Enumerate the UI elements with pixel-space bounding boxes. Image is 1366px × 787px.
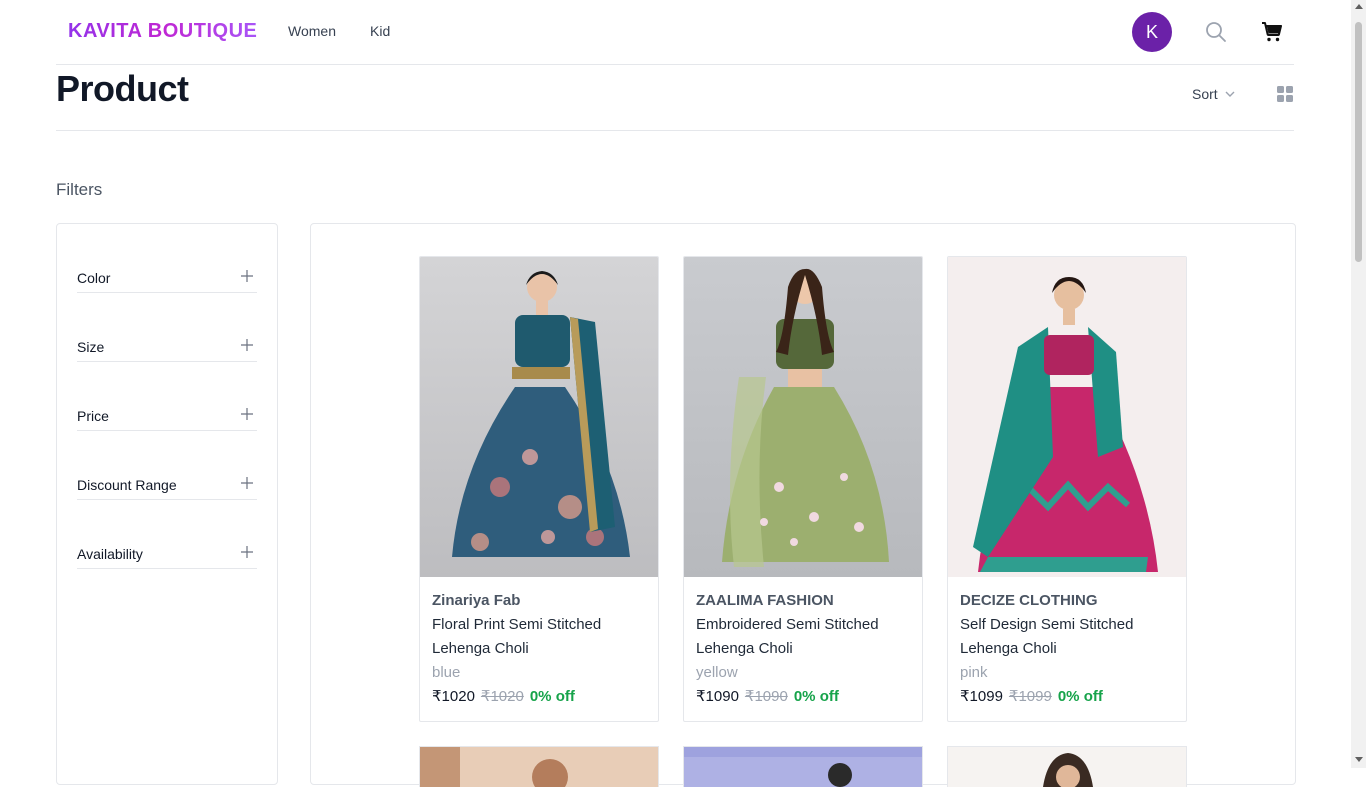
page-title: Product <box>56 68 189 109</box>
filter-price[interactable]: Price <box>77 362 257 431</box>
filter-color[interactable]: Color <box>77 224 257 293</box>
product-card[interactable]: DECIZE CLOTHING Self Design Semi Stitche… <box>947 256 1187 722</box>
product-brand: DECIZE CLOTHING <box>960 592 1098 609</box>
product-image[interactable] <box>948 257 1186 577</box>
product-card[interactable] <box>419 746 659 787</box>
product-brand: ZAALIMA FASHION <box>696 592 834 609</box>
product-mrp: ₹1099 <box>1008 688 1052 705</box>
product-discount: 0% off <box>793 688 839 705</box>
filter-panel: Color Size Price Discount Range Availabi… <box>56 223 278 785</box>
sort-label: Sort <box>1192 86 1218 102</box>
product-card[interactable]: ZAALIMA FASHION Embroidered Semi Stitche… <box>683 256 923 722</box>
product-price: ₹1099 <box>960 688 1003 705</box>
filters-heading: Filters <box>56 180 103 199</box>
cart-icon[interactable] <box>1260 20 1284 44</box>
product-image[interactable] <box>684 257 922 577</box>
chevron-down-icon <box>1225 91 1235 97</box>
product-mrp: ₹1020 <box>480 688 524 705</box>
product-color: blue <box>432 664 461 681</box>
product-color: pink <box>960 664 988 681</box>
product-title: Self Design Semi Stitched Lehenga Choli <box>960 616 1134 657</box>
scroll-up-arrow-icon[interactable] <box>1355 4 1363 9</box>
page-header: Product Sort <box>56 64 1294 131</box>
product-grid: Zinariya Fab Floral Print Semi Stitched … <box>310 223 1296 787</box>
product-color: yellow <box>696 664 738 681</box>
product-card[interactable] <box>683 746 923 787</box>
product-brand: Zinariya Fab <box>432 592 521 609</box>
product-title: Floral Print Semi Stitched Lehenga Choli <box>432 616 602 657</box>
product-title: Embroidered Semi Stitched Lehenga Choli <box>696 616 879 657</box>
search-icon[interactable] <box>1204 20 1228 44</box>
filter-label: Availability <box>77 546 143 562</box>
nav-kid[interactable]: Kid <box>370 23 390 39</box>
product-card[interactable] <box>947 746 1187 787</box>
plus-icon <box>241 408 253 420</box>
page-scrollbar[interactable] <box>1351 0 1366 768</box>
scroll-thumb[interactable] <box>1355 22 1362 262</box>
plus-icon <box>241 546 253 558</box>
product-discount: 0% off <box>1057 688 1103 705</box>
plus-icon <box>241 477 253 489</box>
product-image[interactable] <box>420 747 658 787</box>
filter-label: Discount Range <box>77 477 177 493</box>
filter-label: Color <box>77 270 111 286</box>
sort-dropdown[interactable]: Sort <box>1192 86 1236 102</box>
product-price: ₹1090 <box>696 688 739 705</box>
avatar[interactable]: K <box>1132 12 1172 52</box>
filter-size[interactable]: Size <box>77 293 257 362</box>
product-image[interactable] <box>420 257 658 577</box>
top-navbar: KAVITA BOUTIQUE Women Kid K <box>56 0 1294 65</box>
product-discount: 0% off <box>529 688 575 705</box>
product-image[interactable] <box>684 747 922 787</box>
product-image[interactable] <box>948 747 1186 787</box>
filter-discount-range[interactable]: Discount Range <box>77 431 257 500</box>
brand-logo[interactable]: KAVITA BOUTIQUE <box>68 20 257 43</box>
grid-view-icon[interactable] <box>1276 85 1294 103</box>
product-mrp: ₹1090 <box>744 688 788 705</box>
product-card[interactable]: Zinariya Fab Floral Print Semi Stitched … <box>419 256 659 722</box>
filter-label: Size <box>77 339 105 355</box>
filter-label: Price <box>77 408 109 424</box>
nav-women[interactable]: Women <box>288 23 336 39</box>
filter-availability[interactable]: Availability <box>77 500 257 569</box>
plus-icon <box>241 339 253 351</box>
product-price: ₹1020 <box>432 688 475 705</box>
plus-icon <box>241 270 253 282</box>
scroll-down-arrow-icon[interactable] <box>1355 757 1363 762</box>
